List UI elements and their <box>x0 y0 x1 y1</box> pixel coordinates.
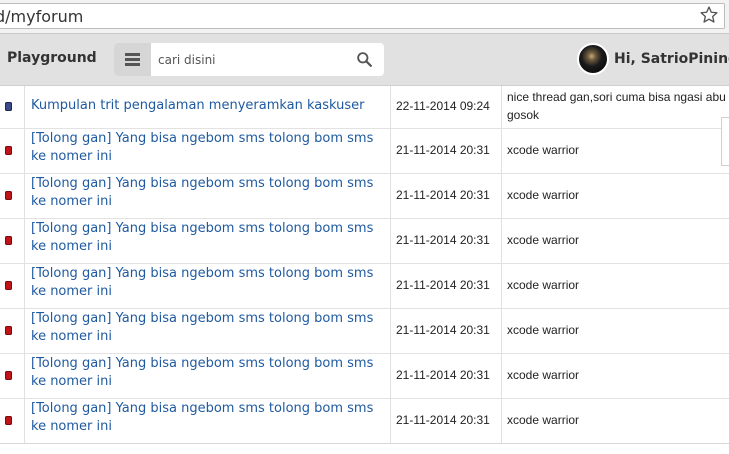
thread-title-link[interactable]: [Tolong gan] Yang bisa ngebom sms tolong… <box>31 220 383 256</box>
thread-last-post-excerpt: xcode warrior <box>507 188 580 202</box>
thread-last-post-excerpt: xcode warrior <box>507 233 580 247</box>
forum-header: Playground Hi, SatrioPininggi <box>0 34 729 86</box>
thread-last-post-date: 22-11-2014 09:24 <box>396 99 490 113</box>
browser-toolbar: d/myforum <box>0 0 729 34</box>
address-bar[interactable]: d/myforum <box>0 3 725 29</box>
thread-status-icon <box>5 236 12 245</box>
thread-title-link[interactable]: Kumpulan trit pengalaman menyeramkan kas… <box>31 97 383 115</box>
thread-status-icon <box>5 146 12 155</box>
table-row: [Tolong gan] Yang bisa ngebom sms tolong… <box>0 308 729 354</box>
thread-last-post-date: 21-11-2014 20:31 <box>396 323 490 337</box>
thread-status-icon <box>5 191 12 200</box>
thread-status-icon <box>5 371 12 380</box>
user-greeting[interactable]: Hi, SatrioPininggi <box>614 51 729 67</box>
menu-icon[interactable] <box>114 43 151 76</box>
table-row: [Tolong gan] Yang bisa ngebom sms tolong… <box>0 218 729 264</box>
avatar[interactable] <box>577 43 609 75</box>
table-row: [Tolong gan] Yang bisa ngebom sms tolong… <box>0 353 729 399</box>
thread-title-link[interactable]: [Tolong gan] Yang bisa ngebom sms tolong… <box>31 265 383 301</box>
thread-last-post-date: 21-11-2014 20:31 <box>396 188 490 202</box>
search-box <box>114 43 384 76</box>
url-text[interactable]: d/myforum <box>0 7 83 26</box>
thread-last-post-excerpt: xcode warrior <box>507 368 580 382</box>
thread-last-post-excerpt: xcode warrior <box>507 323 580 337</box>
thread-title-link[interactable]: [Tolong gan] Yang bisa ngebom sms tolong… <box>31 400 383 436</box>
table-bottom-border <box>0 443 729 444</box>
thread-last-post-excerpt: xcode warrior <box>507 278 580 292</box>
search-icon[interactable] <box>356 51 373 68</box>
table-row: [Tolong gan] Yang bisa ngebom sms tolong… <box>0 263 729 309</box>
side-panel-edge <box>721 117 729 166</box>
thread-last-post-date: 21-11-2014 20:31 <box>396 368 490 382</box>
thread-last-post-date: 21-11-2014 20:31 <box>396 278 490 292</box>
thread-title-link[interactable]: [Tolong gan] Yang bisa ngebom sms tolong… <box>31 130 383 166</box>
thread-title-link[interactable]: [Tolong gan] Yang bisa ngebom sms tolong… <box>31 175 383 211</box>
table-row: [Tolong gan] Yang bisa ngebom sms tolong… <box>0 173 729 219</box>
brand-title[interactable]: Playground <box>7 50 97 66</box>
thread-status-icon <box>5 326 12 335</box>
thread-status-icon <box>5 102 12 111</box>
table-row: Kumpulan trit pengalaman menyeramkan kas… <box>0 86 729 129</box>
bookmark-star-icon[interactable] <box>699 5 719 25</box>
thread-last-post-excerpt: xcode warrior <box>507 413 580 427</box>
thread-status-icon <box>5 416 12 425</box>
thread-title-link[interactable]: [Tolong gan] Yang bisa ngebom sms tolong… <box>31 355 383 391</box>
table-row: [Tolong gan] Yang bisa ngebom sms tolong… <box>0 398 729 444</box>
search-input[interactable] <box>158 51 338 69</box>
thread-title-link[interactable]: [Tolong gan] Yang bisa ngebom sms tolong… <box>31 310 383 346</box>
thread-last-post-date: 21-11-2014 20:31 <box>396 233 490 247</box>
table-row: [Tolong gan] Yang bisa ngebom sms tolong… <box>0 128 729 174</box>
thread-last-post-excerpt: xcode warrior <box>507 143 580 157</box>
thread-last-post-date: 21-11-2014 20:31 <box>396 413 490 427</box>
thread-status-icon <box>5 281 12 290</box>
thread-last-post-date: 21-11-2014 20:31 <box>396 143 490 157</box>
thread-last-post-excerpt: nice thread gan,sori cuma bisa ngasi abu… <box>507 90 726 122</box>
